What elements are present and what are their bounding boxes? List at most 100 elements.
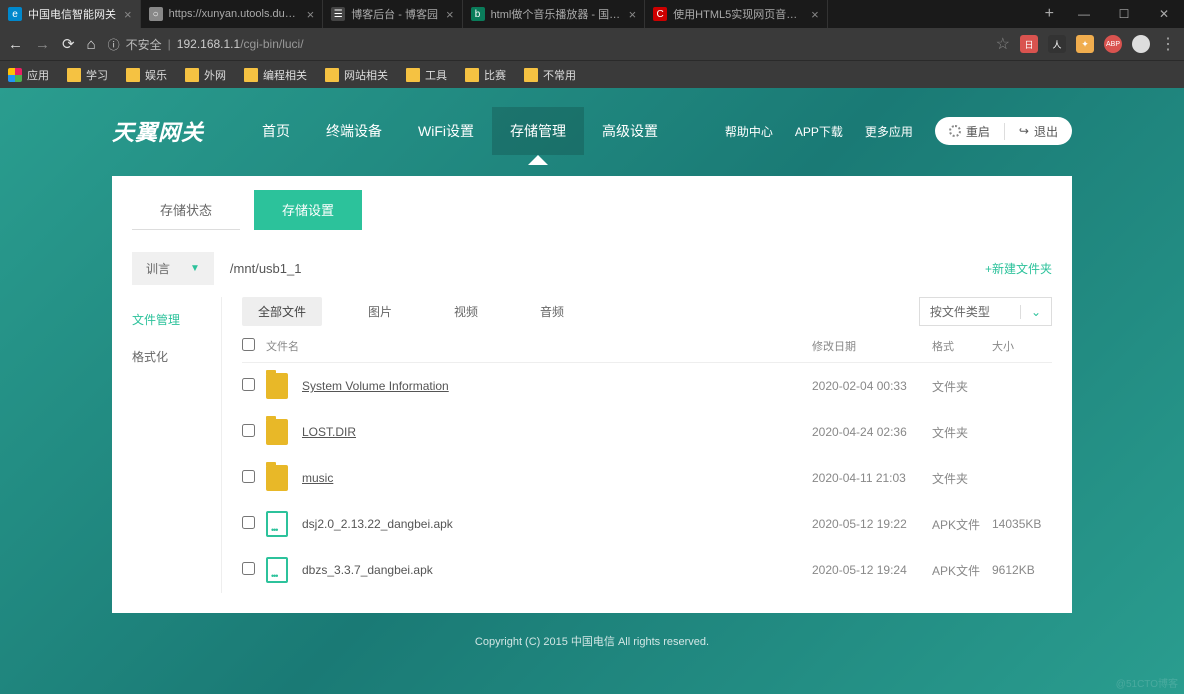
browser-tab[interactable]: C使用HTML5实现网页音乐播放器×	[645, 0, 828, 28]
main-nav: 首页终端设备WiFi设置存储管理高级设置	[244, 107, 676, 155]
file-row: music2020-04-11 21:03文件夹	[242, 455, 1052, 501]
file-name: dbzs_3.3.7_dangbei.apk	[302, 563, 812, 577]
site-logo: 天翼网关	[112, 115, 204, 147]
file-date: 2020-04-11 21:03	[812, 471, 932, 485]
tab-close-icon[interactable]: ×	[629, 7, 637, 22]
nav-item[interactable]: WiFi设置	[400, 107, 492, 155]
ext-icon-1[interactable]: 日	[1020, 35, 1038, 53]
browser-toolbar: ← → ⟳ ⌂ ⓘ 不安全 | 192.168.1.1/cgi-bin/luci…	[0, 28, 1184, 60]
file-type: 文件夹	[932, 424, 992, 441]
app-download-link[interactable]: APP下载	[795, 123, 843, 140]
header-action-buttons: 重启 ↪退出	[935, 117, 1072, 145]
storage-subtabs: 存储状态存储设置	[112, 176, 1072, 230]
file-type: APK文件	[932, 516, 992, 533]
subtab[interactable]: 存储设置	[254, 190, 362, 230]
maximize-button[interactable]: ☐	[1104, 7, 1144, 21]
tab-close-icon[interactable]: ×	[307, 7, 315, 22]
bookmark-item[interactable]: 比赛	[465, 67, 506, 83]
chevron-down-icon: ▼	[190, 263, 200, 274]
bookmark-item[interactable]: 工具	[406, 67, 447, 83]
file-name[interactable]: music	[302, 471, 812, 485]
favicon-icon: ○	[149, 7, 163, 21]
folder-icon	[266, 419, 288, 445]
apk-icon	[266, 557, 288, 583]
browser-tab[interactable]: e中国电信智能网关×	[0, 0, 141, 28]
new-tab-button[interactable]: +	[1035, 5, 1064, 23]
main-panel: 存储状态存储设置 训言▼ /mnt/usb1_1 +新建文件夹 文件管理格式化 …	[112, 176, 1072, 613]
nav-item[interactable]: 终端设备	[308, 107, 400, 155]
logout-button[interactable]: ↪退出	[1005, 123, 1072, 140]
file-type: 文件夹	[932, 470, 992, 487]
restart-button[interactable]: 重启	[935, 123, 1005, 140]
tab-close-icon[interactable]: ×	[124, 7, 132, 22]
subtab[interactable]: 存储状态	[132, 190, 240, 230]
file-size: 9612KB	[992, 563, 1052, 577]
new-folder-button[interactable]: +新建文件夹	[985, 260, 1052, 277]
avatar-icon[interactable]	[1132, 35, 1150, 53]
file-row: dsj2.0_2.13.22_dangbei.apk2020-05-12 19:…	[242, 501, 1052, 547]
url-bar[interactable]: ⓘ 不安全 | 192.168.1.1/cgi-bin/luci/	[108, 36, 984, 53]
favicon-icon: ☰	[331, 7, 345, 21]
nav-item[interactable]: 存储管理	[492, 107, 584, 155]
forward-button[interactable]: →	[35, 36, 50, 53]
bookmark-item[interactable]: 外网	[185, 67, 226, 83]
file-main: 全部文件图片视频音频按文件类型⌄ 文件名 修改日期 格式 大小 System V…	[222, 297, 1052, 593]
bookmark-item[interactable]: 学习	[67, 67, 108, 83]
favicon-icon: C	[653, 7, 667, 21]
file-row: System Volume Information2020-02-04 00:3…	[242, 363, 1052, 409]
tab-close-icon[interactable]: ×	[811, 7, 819, 22]
folder-icon	[406, 68, 420, 82]
volume-select[interactable]: 训言▼	[132, 252, 214, 285]
home-button[interactable]: ⌂	[87, 36, 96, 53]
star-icon[interactable]: ☆	[996, 34, 1010, 54]
menu-button[interactable]: ⋮	[1160, 34, 1176, 54]
bookmark-item[interactable]: 网站相关	[325, 67, 388, 83]
select-all-checkbox[interactable]	[242, 338, 255, 351]
filter-button[interactable]: 视频	[438, 297, 494, 326]
filter-button[interactable]: 图片	[352, 297, 408, 326]
tab-title: 中国电信智能网关	[28, 6, 116, 22]
folder-icon	[266, 465, 288, 491]
sidebar-item[interactable]: 文件管理	[132, 301, 221, 338]
apps-button[interactable]: 应用	[8, 67, 49, 83]
filter-button[interactable]: 音频	[524, 297, 580, 326]
file-size: 14035KB	[992, 517, 1052, 531]
close-button[interactable]: ✕	[1144, 7, 1184, 21]
row-checkbox[interactable]	[242, 424, 255, 437]
help-link[interactable]: 帮助中心	[725, 123, 773, 140]
nav-item[interactable]: 首页	[244, 107, 308, 155]
file-name[interactable]: LOST.DIR	[302, 425, 812, 439]
browser-tab[interactable]: ○ https://xunyan.utools.dub/mu ×	[141, 0, 324, 28]
filter-button[interactable]: 全部文件	[242, 297, 322, 326]
sidebar-item[interactable]: 格式化	[132, 338, 221, 375]
bookmark-item[interactable]: 不常用	[524, 67, 576, 83]
ext-icon-2[interactable]: 人	[1048, 35, 1066, 53]
reload-button[interactable]: ⟳	[62, 35, 75, 53]
path-bar: 训言▼ /mnt/usb1_1 +新建文件夹	[112, 240, 1072, 297]
tab-title: https://xunyan.utools.dub/mu	[169, 8, 299, 20]
file-name[interactable]: System Volume Information	[302, 379, 812, 393]
chevron-down-icon: ⌄	[1020, 305, 1041, 319]
nav-item[interactable]: 高级设置	[584, 107, 676, 155]
browser-tabs: e中国电信智能网关×○https://xunyan.utools.dub/mu×…	[0, 0, 1035, 28]
header-size: 大小	[992, 338, 1052, 354]
ext-icon-abp[interactable]: ABP	[1104, 35, 1122, 53]
row-checkbox[interactable]	[242, 470, 255, 483]
info-icon: ⓘ	[108, 36, 120, 53]
minimize-button[interactable]: —	[1064, 7, 1104, 21]
row-checkbox[interactable]	[242, 516, 255, 529]
file-date: 2020-05-12 19:22	[812, 517, 932, 531]
bookmark-item[interactable]: 编程相关	[244, 67, 307, 83]
back-button[interactable]: ←	[8, 36, 23, 53]
browser-tab[interactable]: bhtml做个音乐播放器 - 国内版 Bi×	[463, 0, 646, 28]
tab-close-icon[interactable]: ×	[446, 7, 454, 22]
tab-title: 博客后台 - 博客园	[351, 6, 438, 22]
bookmark-item[interactable]: 娱乐	[126, 67, 167, 83]
browser-tab[interactable]: ☰ 博客后台 - 博客园 ×	[323, 0, 462, 28]
ext-icon-3[interactable]: ✦	[1076, 35, 1094, 53]
more-apps-link[interactable]: 更多应用	[865, 123, 913, 140]
row-checkbox[interactable]	[242, 378, 255, 391]
row-checkbox[interactable]	[242, 562, 255, 575]
favicon-icon: b	[471, 7, 485, 21]
sort-select[interactable]: 按文件类型⌄	[919, 297, 1052, 326]
